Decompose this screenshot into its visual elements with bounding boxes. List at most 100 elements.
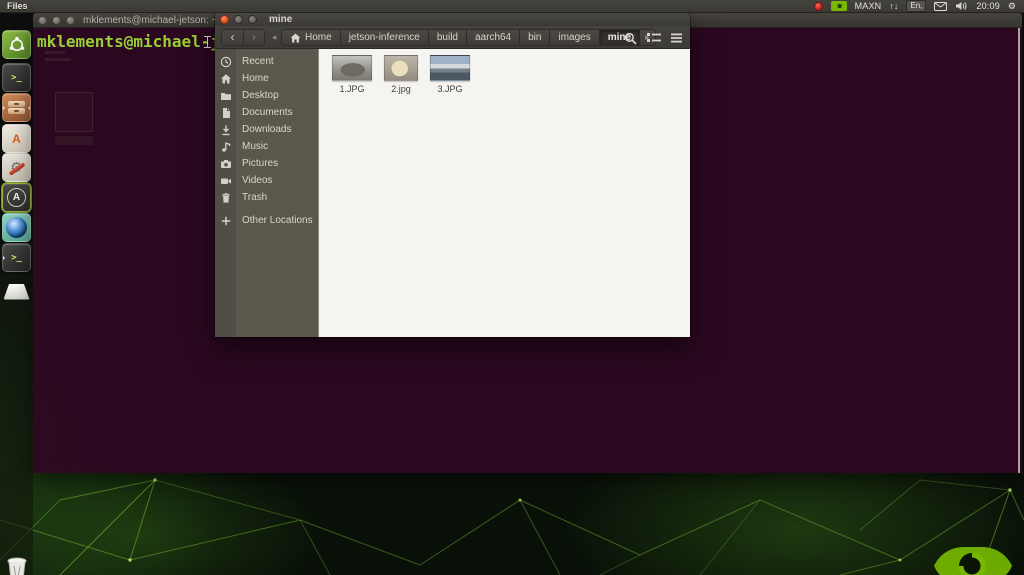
plus-icon xyxy=(221,216,231,225)
app-menu-label[interactable]: Files xyxy=(7,1,28,11)
breadcrumb: Home jetson-inference build aarch64 bin … xyxy=(281,29,656,46)
search-button[interactable] xyxy=(621,30,639,46)
folder-icon xyxy=(221,92,231,100)
sidebar-item-desktop[interactable]: Desktop xyxy=(215,87,318,104)
file-name: 2.jpg xyxy=(391,84,411,94)
performance-mode-label[interactable]: MAXN xyxy=(855,1,882,11)
sidebar-item-trash[interactable]: Trash xyxy=(215,189,318,206)
top-panel: Files MAXN ↑↓ En, 20:09 ⚙ xyxy=(0,0,1024,13)
terminal-glyph: >_ xyxy=(11,252,22,263)
network-arrows-icon[interactable]: ↑↓ xyxy=(889,1,898,11)
terminal-faint-output xyxy=(45,44,79,65)
file-item[interactable]: 3.JPG xyxy=(427,55,473,337)
desktop: >_ A ⚙ A >_ xyxy=(0,0,1024,575)
photo-thumbnail-elephant xyxy=(332,55,372,81)
launcher-ubuntu-dash-icon[interactable] xyxy=(2,30,31,59)
breadcrumb-aarch64[interactable]: aarch64 xyxy=(466,29,521,46)
trapezoid-graphic xyxy=(3,283,30,300)
search-icon xyxy=(624,32,637,45)
trash-icon xyxy=(222,192,230,203)
breadcrumb-bin[interactable]: bin xyxy=(520,29,551,46)
terminal-scrollbar[interactable] xyxy=(1018,28,1020,473)
keyboard-layout-indicator[interactable]: En, xyxy=(906,0,927,12)
text-cursor-pointer xyxy=(204,36,211,49)
drawer-graphic xyxy=(8,100,25,115)
list-view-icon xyxy=(647,33,661,42)
home-icon xyxy=(221,73,231,83)
places-sidebar: Recent Home Desktop Documents Downloads … xyxy=(215,49,319,337)
circular-arrow-ring: A xyxy=(7,188,26,207)
launcher: >_ A ⚙ A >_ xyxy=(0,13,33,575)
breadcrumb-home[interactable]: Home xyxy=(281,29,341,46)
launcher-browser-icon[interactable] xyxy=(2,213,31,242)
music-note-icon xyxy=(222,141,231,152)
home-icon xyxy=(290,33,301,42)
launcher-trash-icon[interactable] xyxy=(2,554,31,575)
clock-icon xyxy=(220,56,232,67)
breadcrumb-jetson-inference[interactable]: jetson-inference xyxy=(340,29,429,46)
file-item[interactable]: 1.JPG xyxy=(329,55,375,337)
breadcrumb-images[interactable]: images xyxy=(550,29,600,46)
files-maximize-button[interactable] xyxy=(248,15,257,24)
clock-label[interactable]: 20:09 xyxy=(976,1,1000,11)
sidebar-item-downloads[interactable]: Downloads xyxy=(215,121,318,138)
photo-thumbnail-dog xyxy=(384,55,418,81)
terminal-close-button[interactable] xyxy=(38,15,47,25)
globe-icon xyxy=(6,217,27,238)
session-gear-icon[interactable]: ⚙ xyxy=(1008,1,1016,11)
video-camera-icon xyxy=(221,178,231,184)
sidebar-item-other-locations[interactable]: Other Locations xyxy=(215,212,318,229)
store-letter: A xyxy=(12,192,21,203)
terminal-glyph: >_ xyxy=(11,72,22,83)
camera-icon xyxy=(221,159,231,168)
mail-envelope-icon[interactable] xyxy=(934,1,948,11)
circle-of-friends-icon xyxy=(9,36,24,51)
terminal-minimize-button[interactable] xyxy=(52,15,61,25)
sidebar-item-music[interactable]: Music xyxy=(215,138,318,155)
files-close-button[interactable] xyxy=(220,15,229,24)
photo-thumbnail-mountains xyxy=(430,55,470,81)
breadcrumb-build[interactable]: build xyxy=(428,29,467,46)
record-indicator-icon[interactable] xyxy=(813,1,823,11)
file-item[interactable]: 2.jpg xyxy=(378,55,424,337)
sidebar-item-videos[interactable]: Videos xyxy=(215,172,318,189)
terminal-title: mklements@michael-jetson: ~ xyxy=(83,14,218,26)
launcher-software-center-icon[interactable]: A xyxy=(2,183,31,212)
document-icon xyxy=(223,107,230,118)
files-window-title: mine xyxy=(269,14,293,25)
launcher-software-bag-icon[interactable]: A xyxy=(2,124,31,153)
terminal-maximize-button[interactable] xyxy=(66,15,75,25)
trash-can-icon xyxy=(7,557,26,575)
sidebar-item-home[interactable]: Home xyxy=(215,70,318,87)
files-titlebar[interactable]: mine xyxy=(215,13,690,26)
running-indicator-arrow xyxy=(3,103,5,112)
path-scroll-left-button[interactable]: ◂ xyxy=(269,29,279,46)
bag-letter: A xyxy=(12,131,21,146)
ghost-icon-outline xyxy=(55,92,93,132)
back-button[interactable]: ‹ xyxy=(222,30,243,45)
files-window: mine ‹ › ◂ Home jetson-inference build a… xyxy=(215,13,690,337)
sidebar-item-recent[interactable]: Recent xyxy=(215,53,318,70)
launcher-terminal2-icon[interactable]: >_ xyxy=(2,243,31,272)
files-minimize-button[interactable] xyxy=(234,15,243,24)
running-indicator-arrow xyxy=(3,253,5,262)
launcher-system-settings-icon[interactable]: ⚙ xyxy=(2,153,31,182)
launcher-white-app-icon[interactable] xyxy=(2,273,31,302)
history-nav-group: ‹ › xyxy=(221,29,265,46)
download-arrow-icon xyxy=(222,125,230,135)
volume-speaker-icon[interactable] xyxy=(955,1,968,11)
nvidia-logo xyxy=(934,547,1012,575)
nvidia-tray-icon[interactable] xyxy=(830,1,847,11)
launcher-terminal-icon[interactable]: >_ xyxy=(2,63,31,92)
forward-button[interactable]: › xyxy=(242,30,264,45)
view-toggle-button[interactable] xyxy=(645,30,663,46)
file-name: 3.JPG xyxy=(437,84,463,94)
launcher-files-icon[interactable] xyxy=(2,93,31,122)
window-menu-button[interactable] xyxy=(667,30,685,46)
hamburger-menu-icon xyxy=(670,33,682,43)
file-name: 1.JPG xyxy=(339,84,365,94)
sidebar-item-pictures[interactable]: Pictures xyxy=(215,155,318,172)
sidebar-item-documents[interactable]: Documents xyxy=(215,104,318,121)
file-grid[interactable]: 1.JPG 2.jpg 3.JPG xyxy=(319,49,690,337)
system-tray: MAXN ↑↓ En, 20:09 ⚙ xyxy=(813,0,1024,12)
